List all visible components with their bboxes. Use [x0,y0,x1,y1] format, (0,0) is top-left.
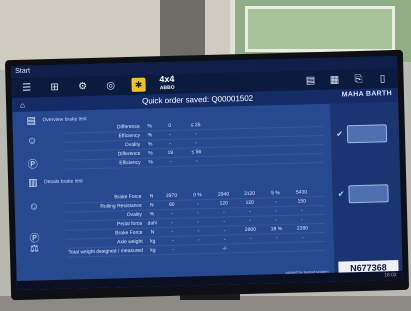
overview-title: Overview brake test [42,116,87,124]
results-panel: ▤ Overview brake test ☺ Ⓟ Difference % 0… [12,103,335,291]
vehicle-icon[interactable]: ⚙ [75,80,89,92]
app-title: Start [15,67,31,75]
home-icon[interactable]: ⌂ [20,100,25,109]
wheel-icon[interactable]: ◎ [103,79,117,91]
menu-icon[interactable]: ☰ [19,82,33,94]
brand-logo: MAHA BARTH [341,90,393,99]
brake-smile-icon: ☺ [26,135,38,147]
parking-icon: Ⓟ [29,233,40,245]
right-toolbar: ▤ ▦ ⎘ ▯ [303,72,389,86]
drive-mode-badge: 4x4 ABBO [159,73,175,93]
check-icon: ✔ [337,189,345,199]
details-title: Details brake test [44,178,83,186]
print-icon[interactable]: ▤ [303,74,317,86]
service-brake-icon: ☺ [28,201,40,213]
rear-axle-graphic [348,184,389,204]
brake-tester-icon[interactable]: ⊞ [47,81,61,93]
export-icon[interactable]: ⎘ [351,73,365,85]
vehicle-panel: ✔ ✔ N677368 [330,101,403,282]
front-axle-graphic [346,124,388,144]
page-title: Quick order saved: Q00001502 [141,93,254,106]
check-icon: ✔ [336,129,344,139]
details-icon: ▥ [28,177,38,189]
app-screen: Start ☰ ⊞ ⚙ ◎ ✱ 4x4 ABBO ▤ ▦ ⎘ ▯ ⌂ Quick… [11,55,403,291]
lock-icon[interactable]: ▯ [375,72,389,84]
weight-icon: ⚖ [29,243,39,255]
background-shadow [160,0,205,62]
drive-mode-sub: ABBO [159,84,175,92]
drive-mode-label: 4x4 [159,73,175,85]
mode-icon[interactable]: ✱ [131,77,146,92]
report-icon[interactable]: ▦ [327,73,341,85]
monitor: Start ☰ ⊞ ⚙ ◎ ✱ 4x4 ABBO ▤ ▦ ⎘ ▯ ⌂ Quick… [4,49,410,301]
parking-brake-icon: Ⓟ [27,159,38,171]
overview-icon: ▤ [26,115,37,127]
taskbar-time: 16:02 [384,272,397,279]
